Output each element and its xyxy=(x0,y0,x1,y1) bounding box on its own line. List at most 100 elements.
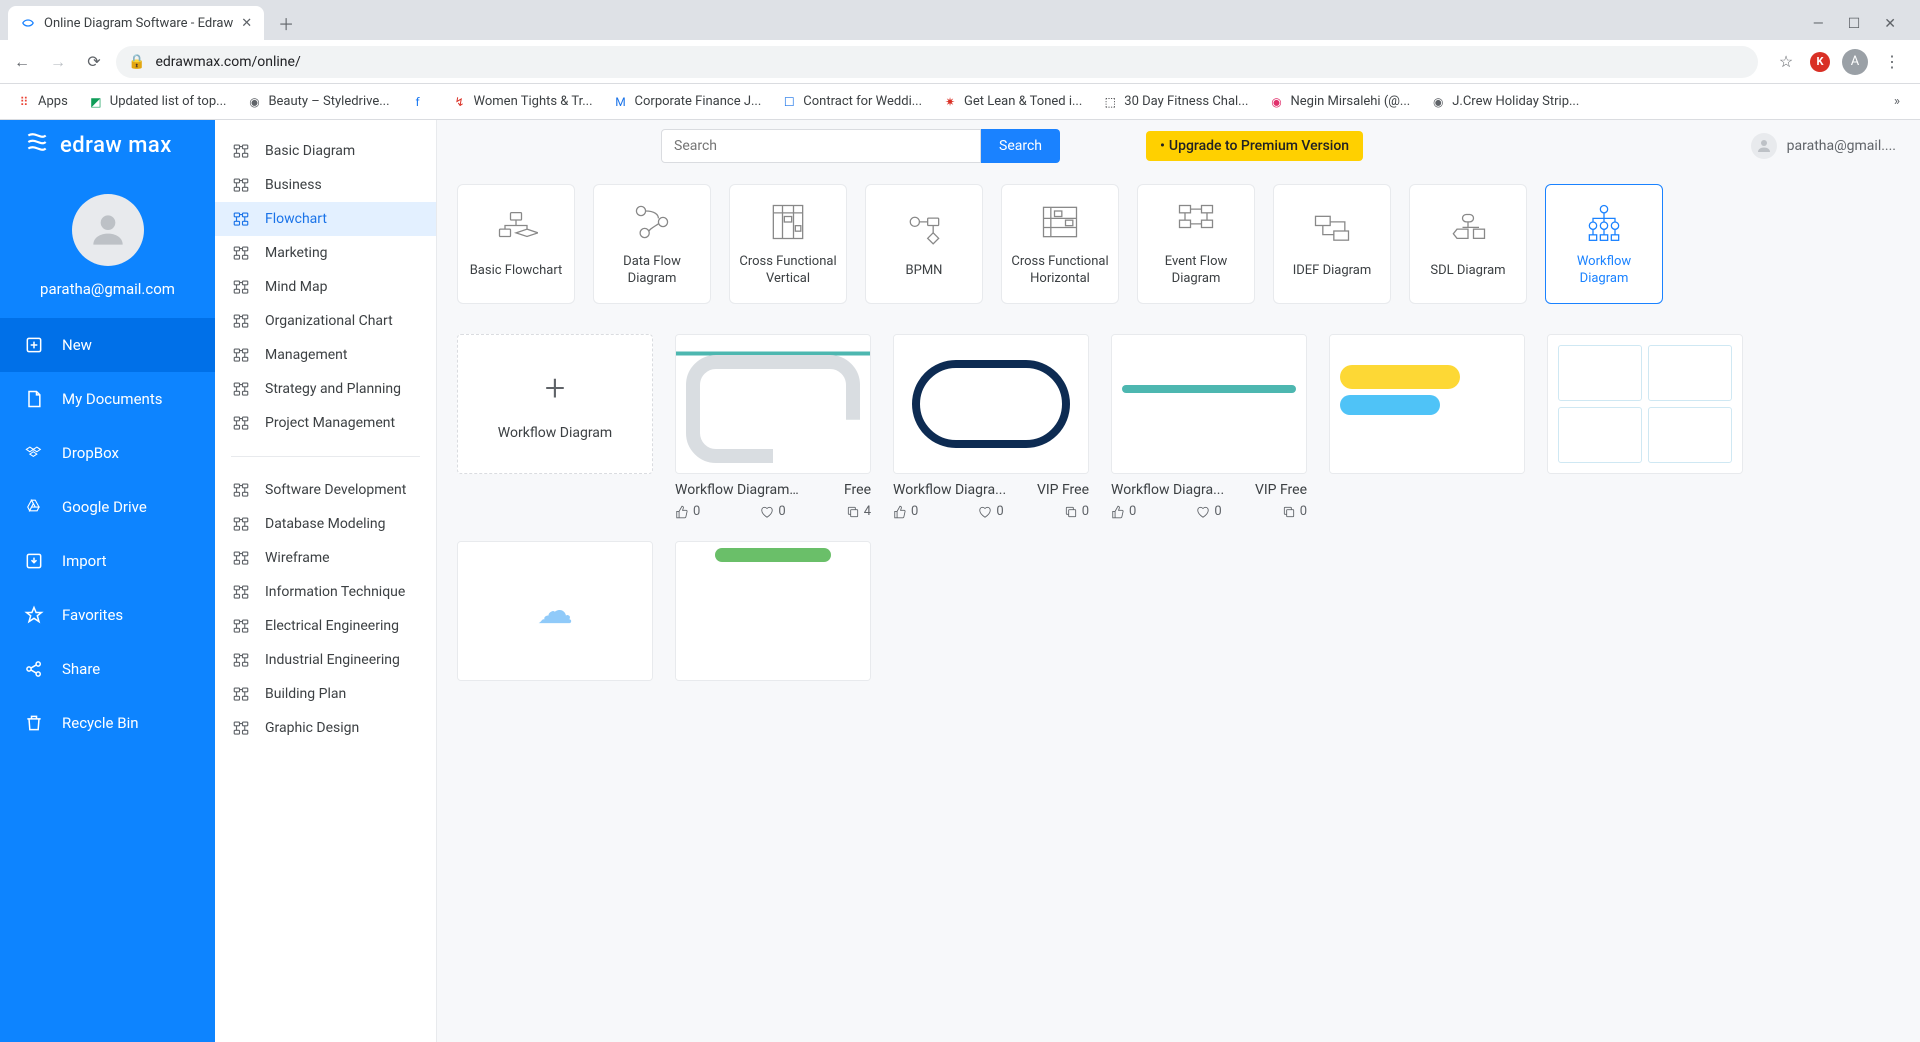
category-software-dev[interactable]: Software Development xyxy=(215,473,436,507)
type-card-workflow[interactable]: Workflow Diagram xyxy=(1545,184,1663,304)
template-card[interactable]: ☁ xyxy=(457,541,653,681)
type-card-event-flow[interactable]: Event Flow Diagram xyxy=(1137,184,1255,304)
search-button[interactable]: Search xyxy=(981,129,1060,163)
bookmark-item[interactable]: ↯Women Tights & Tr... xyxy=(444,90,601,114)
category-flowchart[interactable]: Flowchart xyxy=(215,202,436,236)
bookmark-item[interactable]: f xyxy=(402,90,440,114)
maximize-icon[interactable]: ☐ xyxy=(1848,16,1861,32)
category-elec-eng[interactable]: Electrical Engineering xyxy=(215,609,436,643)
nav-share[interactable]: Share xyxy=(0,642,215,696)
user-email: paratha@gmail.... xyxy=(1787,138,1896,154)
category-management[interactable]: Management xyxy=(215,338,436,372)
category-project-mgmt[interactable]: Project Management xyxy=(215,406,436,440)
nav-my-documents[interactable]: My Documents xyxy=(0,372,215,426)
user-info[interactable]: paratha@gmail.... xyxy=(1751,133,1896,159)
upgrade-button[interactable]: Upgrade to Premium Version xyxy=(1146,131,1363,161)
category-ind-eng[interactable]: Industrial Engineering xyxy=(215,643,436,677)
template-meta: Workflow Diagram01 Free xyxy=(675,482,871,498)
category-building-plan[interactable]: Building Plan xyxy=(215,677,436,711)
new-tab-button[interactable]: ＋ xyxy=(272,9,300,37)
category-business[interactable]: Business xyxy=(215,168,436,202)
nav-favorites[interactable]: Favorites xyxy=(0,588,215,642)
type-card-idef[interactable]: IDEF Diagram xyxy=(1273,184,1391,304)
category-strategy[interactable]: Strategy and Planning xyxy=(215,372,436,406)
type-card-data-flow[interactable]: Data Flow Diagram xyxy=(593,184,711,304)
bookmark-item[interactable]: ◩Updated list of top... xyxy=(80,90,235,114)
category-wireframe[interactable]: Wireframe xyxy=(215,541,436,575)
like-stat[interactable]: 0 xyxy=(893,504,918,519)
category-mind-map[interactable]: Mind Map xyxy=(215,270,436,304)
search-input[interactable] xyxy=(661,129,981,163)
tab-close-icon[interactable]: ✕ xyxy=(241,16,252,31)
profile-avatar[interactable] xyxy=(72,194,144,266)
template-stats: 0 0 0 xyxy=(1111,504,1307,519)
bookmark-item[interactable]: ◉Negin Mirsalehi (@... xyxy=(1260,90,1418,114)
browser-tab[interactable]: Online Diagram Software - Edraw ✕ xyxy=(8,6,264,40)
fav-stat[interactable]: 0 xyxy=(978,504,1003,519)
nav-recycle-bin[interactable]: Recycle Bin xyxy=(0,696,215,750)
category-basic-diagram[interactable]: Basic Diagram xyxy=(215,134,436,168)
fav-stat[interactable]: 0 xyxy=(1196,504,1221,519)
template-card[interactable]: Workflow Diagra... VIP Free 0 0 0 xyxy=(893,334,1089,519)
type-card-cross-vert[interactable]: Cross Functional Vertical xyxy=(729,184,847,304)
cross-vert-icon xyxy=(766,200,810,244)
type-card-basic-flowchart[interactable]: Basic Flowchart xyxy=(457,184,575,304)
bpmn-icon xyxy=(902,209,946,253)
profile-avatar-button[interactable]: A xyxy=(1842,49,1868,75)
nav-label: Google Drive xyxy=(62,498,147,516)
star-icon[interactable]: ☆ xyxy=(1774,50,1798,74)
bookmarks-overflow-icon[interactable]: » xyxy=(1882,94,1912,109)
bookmark-item[interactable]: ⠿Apps xyxy=(8,90,76,114)
copy-stat[interactable]: 0 xyxy=(1282,504,1307,519)
category-marketing[interactable]: Marketing xyxy=(215,236,436,270)
type-card-bpmn[interactable]: BPMN xyxy=(865,184,983,304)
template-card[interactable]: Workflow Diagra... VIP Free 0 0 0 xyxy=(1111,334,1307,519)
category-group-b: Software DevelopmentDatabase ModelingWir… xyxy=(215,467,436,751)
bookmark-item[interactable]: ◉Beauty – Styledrive... xyxy=(238,90,397,114)
brand-logo[interactable]: edraw max xyxy=(0,120,215,170)
copy-stat[interactable]: 4 xyxy=(846,504,871,519)
template-card[interactable] xyxy=(675,541,871,681)
extension-avatar[interactable]: K xyxy=(1810,52,1830,72)
bookmark-item[interactable]: MCorporate Finance J... xyxy=(605,90,770,114)
copy-stat[interactable]: 0 xyxy=(1064,504,1089,519)
category-graphic-design[interactable]: Graphic Design xyxy=(215,711,436,745)
bookmark-icon: ↯ xyxy=(452,94,468,110)
minimize-icon[interactable]: — xyxy=(1813,16,1824,32)
type-card-cross-horiz[interactable]: Cross Functional Horizontal xyxy=(1001,184,1119,304)
nav-label: Share xyxy=(62,660,100,678)
bookmark-item[interactable]: ◉J.Crew Holiday Strip... xyxy=(1422,90,1587,114)
forward-button[interactable]: → xyxy=(44,48,72,76)
template-card[interactable]: Workflow Diagram01 Free 0 0 4 xyxy=(675,334,871,519)
type-card-sdl[interactable]: SDL Diagram xyxy=(1409,184,1527,304)
nav-dropbox[interactable]: DropBox xyxy=(0,426,215,480)
nav-new[interactable]: New xyxy=(0,318,215,372)
fav-stat[interactable]: 0 xyxy=(760,504,785,519)
category-group-a: Basic DiagramBusinessFlowchartMarketingM… xyxy=(215,128,436,446)
close-icon[interactable]: ✕ xyxy=(1884,16,1896,32)
bookmark-item[interactable]: ✷Get Lean & Toned i... xyxy=(934,90,1090,114)
like-stat[interactable]: 0 xyxy=(1111,504,1136,519)
reload-button[interactable]: ⟳ xyxy=(80,48,108,76)
address-bar[interactable]: 🔒 edrawmax.com/online/ xyxy=(116,46,1758,78)
category-org-chart[interactable]: Organizational Chart xyxy=(215,304,436,338)
nav-google-drive[interactable]: Google Drive xyxy=(0,480,215,534)
category-db-model[interactable]: Database Modeling xyxy=(215,507,436,541)
back-button[interactable]: ← xyxy=(8,48,36,76)
template-card[interactable] xyxy=(1329,334,1525,519)
category-info-tech[interactable]: Information Technique xyxy=(215,575,436,609)
category-label: Basic Diagram xyxy=(265,143,355,159)
bookmark-item[interactable]: ⬚30 Day Fitness Chal... xyxy=(1094,90,1256,114)
bookmark-item[interactable]: ☐Contract for Weddi... xyxy=(773,90,930,114)
menu-icon[interactable]: ⋮ xyxy=(1880,50,1904,74)
browser-chrome: Online Diagram Software - Edraw ✕ ＋ — ☐ … xyxy=(0,0,1920,120)
type-label: Data Flow Diagram xyxy=(602,254,702,288)
template-blank[interactable]: +Workflow Diagram xyxy=(457,334,653,519)
category-icon xyxy=(231,141,251,161)
template-card[interactable] xyxy=(1547,334,1743,519)
like-stat[interactable]: 0 xyxy=(675,504,700,519)
category-label: Flowchart xyxy=(265,211,327,227)
template-thumb xyxy=(675,334,871,474)
nav-import[interactable]: Import xyxy=(0,534,215,588)
category-label: Strategy and Planning xyxy=(265,381,401,397)
